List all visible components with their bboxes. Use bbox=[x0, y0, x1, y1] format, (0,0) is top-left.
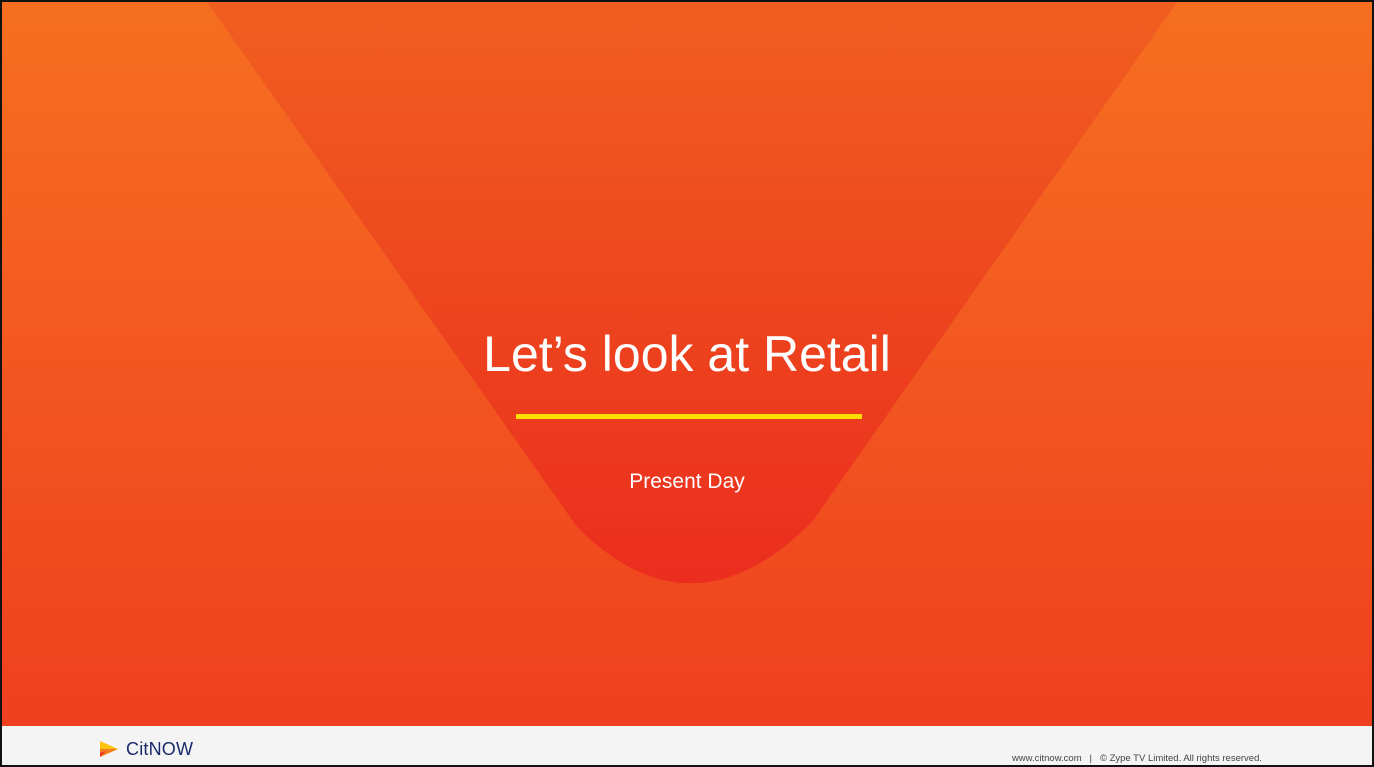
slide-footer: CitNOW www.citnow.com | © Zype TV Limite… bbox=[2, 726, 1372, 765]
footer-copyright: © Zype TV Limited. All rights reserved. bbox=[1099, 753, 1262, 764]
presentation-slide: Let’s look at Retail Present Day CitNOW … bbox=[0, 0, 1374, 767]
logo-text: CitNOW bbox=[126, 739, 194, 759]
citnow-logo: CitNOW bbox=[98, 736, 193, 762]
slide-title: Let’s look at Retail bbox=[483, 326, 891, 382]
slide-subtitle: Present Day bbox=[629, 470, 745, 493]
citnow-logo-icon bbox=[100, 741, 118, 757]
footer-website: www.citnow.com bbox=[1011, 753, 1082, 764]
slide-hero: Let’s look at Retail Present Day bbox=[2, 2, 1372, 726]
footer-legal: www.citnow.com | © Zype TV Limited. All … bbox=[1012, 753, 1262, 764]
footer-separator: | bbox=[1089, 753, 1093, 764]
title-underline bbox=[516, 414, 862, 419]
